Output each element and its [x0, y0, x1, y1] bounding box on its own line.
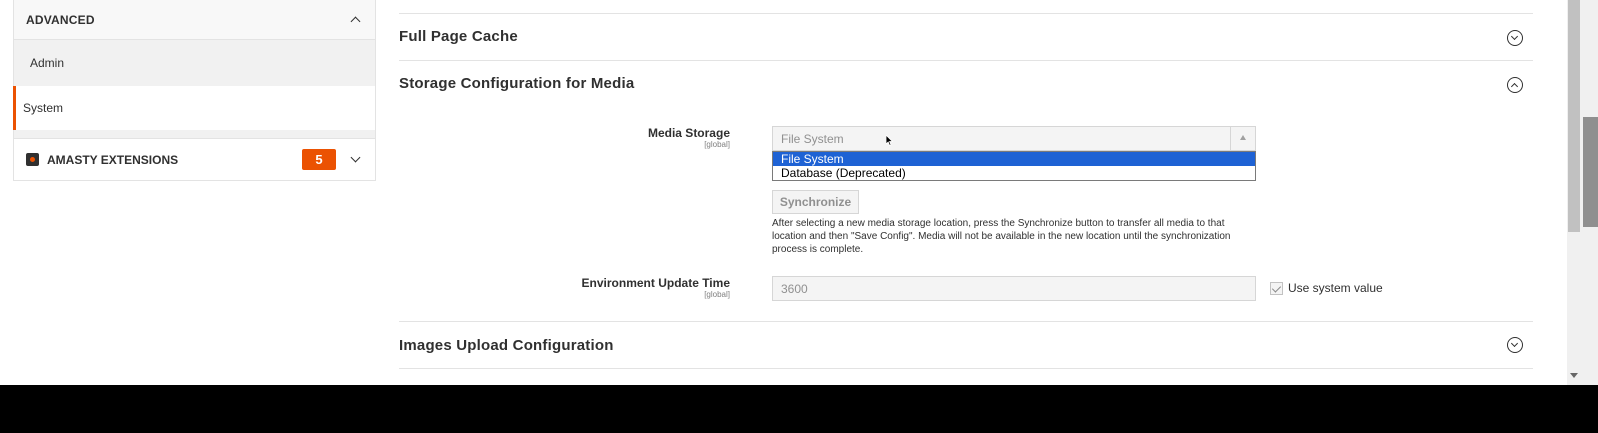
media-storage-note: After selecting a new media storage loca…: [772, 218, 1231, 255]
input-value: 3600: [781, 282, 808, 296]
use-system-value[interactable]: Use system value: [1270, 281, 1383, 295]
divider: [399, 60, 1533, 61]
option-file-system[interactable]: File System: [773, 152, 1255, 166]
scope-label: [global]: [704, 140, 730, 149]
sidebar: ADVANCED Admin System AMASTY EXTENSIONS …: [13, 0, 376, 181]
media-storage-label: Media Storage: [647, 126, 730, 140]
expand-circle-icon[interactable]: [1507, 337, 1523, 353]
media-storage-select[interactable]: File System: [772, 126, 1256, 151]
page: ADVANCED Admin System AMASTY EXTENSIONS …: [0, 0, 1567, 385]
section-title-full-page-cache[interactable]: Full Page Cache: [399, 28, 518, 45]
sidebar-section-title: ADVANCED: [26, 12, 95, 27]
section-title-storage-media[interactable]: Storage Configuration for Media: [399, 75, 634, 92]
chevron-up-icon: [350, 16, 361, 27]
expand-circle-icon[interactable]: [1507, 30, 1523, 46]
count-badge: 5: [302, 149, 336, 170]
sidebar-item-label: System: [23, 101, 64, 115]
sidebar-gap: [13, 130, 376, 138]
media-storage-options: File System Database (Deprecated): [772, 151, 1256, 181]
scrollbar[interactable]: [1567, 0, 1598, 385]
env-update-time-label: Environment Update Time: [581, 276, 730, 290]
sidebar-item-label: Admin: [30, 56, 65, 70]
scrollbar-thumb-outer[interactable]: [1583, 117, 1598, 227]
scrollbar-thumb[interactable]: [1568, 0, 1580, 232]
sidebar-section-title: AMASTY EXTENSIONS: [47, 152, 179, 167]
divider: [399, 13, 1533, 14]
collapse-circle-icon[interactable]: [1507, 77, 1523, 93]
dropdown-arrow-icon[interactable]: [1230, 127, 1255, 150]
sidebar-section-advanced[interactable]: ADVANCED: [13, 0, 376, 40]
chevron-down-icon: [350, 152, 361, 163]
divider: [399, 368, 1533, 369]
select-value: File System: [781, 132, 844, 146]
sidebar-item-admin[interactable]: Admin: [13, 40, 376, 86]
env-update-time-input[interactable]: 3600: [772, 276, 1256, 301]
synchronize-button[interactable]: Synchronize: [772, 190, 859, 214]
option-database[interactable]: Database (Deprecated): [773, 166, 1255, 180]
checkbox-checked-icon[interactable]: [1270, 281, 1283, 295]
scroll-down-arrow-icon[interactable]: [1570, 373, 1578, 378]
use-system-value-label: Use system value: [1288, 281, 1383, 295]
sidebar-item-system[interactable]: System: [13, 86, 376, 130]
sidebar-section-amasty[interactable]: AMASTY EXTENSIONS 5: [13, 138, 376, 181]
section-title-images-upload[interactable]: Images Upload Configuration: [399, 337, 614, 354]
scope-label: [global]: [704, 290, 730, 299]
divider: [399, 321, 1533, 322]
amasty-logo-icon: [26, 153, 39, 166]
